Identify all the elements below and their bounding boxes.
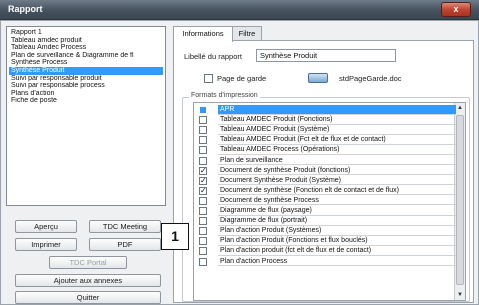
format-label: Plan d'action Process (218, 257, 456, 266)
format-label: Plan d'action Produit (Systèmes) (218, 226, 456, 236)
format-checkbox[interactable] (199, 217, 207, 226)
formats-list[interactable]: ▲ ▼ APR Tableau AMDEC Produit (Fonctions)… (193, 102, 466, 301)
page-garde-file: stdPageGarde.doc (339, 74, 402, 83)
format-checkbox[interactable] (199, 257, 207, 266)
format-checkbox[interactable] (199, 146, 207, 155)
format-row[interactable]: Tableau AMDEC Produit (Système) (194, 125, 456, 135)
libelle-label: Libellé du rapport (184, 52, 242, 61)
callout-badge: 1 (161, 223, 189, 250)
format-row[interactable]: Tableau AMDEC Process (Opérations) (194, 145, 456, 155)
format-row[interactable]: Diagramme de flux (portrait) (194, 216, 456, 226)
format-row[interactable]: Document de synthèse Process (194, 196, 456, 206)
informations-panel: Libellé du rapport Synthèse Produit Page… (173, 40, 474, 303)
format-row[interactable]: Plan de surveillance (194, 156, 456, 165)
format-label: Plan d'action produit (fct elt de flux e… (218, 246, 456, 256)
format-label: Diagramme de flux (paysage) (218, 206, 456, 216)
report-list-item[interactable]: Fiche de poste (9, 97, 163, 105)
format-label: Tableau AMDEC Produit (Fonctions) (218, 115, 456, 125)
report-list-item[interactable]: Tableau Amdec Process (9, 44, 163, 52)
format-row[interactable]: ✓ Document de synthèse (Fonction elt de c… (194, 186, 456, 196)
format-label: Tableau AMDEC Produit (Fct elt de flux e… (218, 135, 456, 145)
scroll-down-icon[interactable]: ▼ (455, 290, 465, 300)
format-label: Tableau AMDEC Produit (Système) (218, 125, 456, 135)
ajouter-annexes-button[interactable]: Ajouter aux annexes (15, 274, 161, 287)
format-label: Plan d'action Produit (Fonctions et flux… (218, 236, 456, 246)
format-checkbox[interactable]: ✓ (199, 176, 207, 185)
format-label: Document Synthèse Produit (Système) (218, 176, 456, 186)
report-list[interactable]: Rapport 1 Tableau amdec produit Tableau Am… (6, 26, 166, 206)
report-list-item[interactable]: Suivi par responsable process (9, 82, 163, 90)
pdf-button[interactable]: PDF (89, 238, 161, 251)
report-list-item[interactable]: Plan de surveillance & Diagramme de fl (9, 52, 163, 60)
tab-informations[interactable]: Informations (173, 26, 233, 42)
tdc-meeting-button[interactable]: TDC Meeting (89, 220, 161, 233)
format-checkbox[interactable]: ✓ (199, 166, 207, 175)
format-checkbox[interactable] (199, 196, 207, 205)
format-checkbox[interactable] (199, 227, 207, 236)
format-checkbox[interactable] (199, 156, 207, 165)
report-list-item[interactable]: Rapport 1 (9, 29, 163, 37)
report-list-item[interactable]: Synthèse Process (9, 59, 163, 67)
format-row[interactable]: Plan d'action produit (fct elt de flux e… (194, 246, 456, 256)
format-row[interactable]: ✓ Document de synthèse Produit (fonctions… (194, 166, 456, 176)
format-label: Document de synthèse Produit (fonctions) (218, 166, 456, 176)
format-row[interactable]: APR (194, 105, 456, 115)
formats-legend: Formats d'impression (189, 92, 260, 99)
format-checkbox[interactable] (199, 237, 207, 246)
format-label: APR (218, 105, 456, 115)
rapport-window: Rapport x Rapport 1 Tableau amdec produit… (0, 0, 479, 305)
file-browse-icon[interactable] (308, 73, 328, 83)
page-garde-label: Page de garde (217, 74, 267, 83)
format-label: Plan de surveillance (218, 156, 456, 165)
tab-filtre[interactable]: Filtre (232, 26, 262, 41)
format-checkbox[interactable] (199, 106, 207, 114)
format-row[interactable]: Tableau AMDEC Produit (Fonctions) (194, 115, 456, 125)
format-checkbox[interactable] (199, 136, 207, 145)
quitter-button[interactable]: Quitter (15, 291, 161, 304)
format-checkbox[interactable] (199, 116, 207, 125)
page-garde-checkbox[interactable] (204, 74, 213, 83)
report-list-item[interactable]: Suivi par responsable produit (9, 75, 163, 83)
tdc-portal-button[interactable]: TDC Portal (49, 256, 127, 269)
format-label: Tableau AMDEC Process (Opérations) (218, 145, 456, 155)
format-row[interactable]: ✓ Document Synthèse Produit (Système) (194, 176, 456, 186)
format-row[interactable]: Tableau AMDEC Produit (Fct elt de flux e… (194, 135, 456, 145)
format-row[interactable]: Plan d'action Produit (Fonctions et flux… (194, 236, 456, 246)
report-list-item[interactable]: Plans d'action (9, 90, 163, 98)
format-label: Document de synthèse (Fonction elt de co… (218, 186, 456, 196)
format-row[interactable]: Plan d'action Process (194, 257, 456, 266)
title-bar[interactable]: Rapport x (0, 0, 479, 20)
format-checkbox[interactable] (199, 126, 207, 135)
window-body: Rapport 1 Tableau amdec produit Tableau Am… (0, 20, 479, 305)
scroll-up-icon[interactable]: ▲ (455, 103, 465, 113)
format-checkbox[interactable] (199, 247, 207, 256)
window-title: Rapport (8, 4, 43, 14)
imprimer-button[interactable]: Imprimer (15, 238, 77, 251)
close-button[interactable]: x (441, 2, 471, 17)
format-label: Diagramme de flux (portrait) (218, 216, 456, 226)
libelle-input[interactable]: Synthèse Produit (256, 49, 396, 62)
apercu-button[interactable]: Aperçu (15, 220, 77, 233)
scroll-thumb[interactable] (456, 115, 464, 285)
format-row[interactable]: Diagramme de flux (paysage) (194, 206, 456, 216)
format-checkbox[interactable] (199, 207, 207, 215)
format-checkbox[interactable]: ✓ (199, 186, 207, 195)
format-label: Document de synthèse Process (218, 196, 456, 206)
report-list-item[interactable]: Synthèse Produit (9, 66, 163, 75)
report-list-item[interactable]: Tableau amdec produit (9, 37, 163, 45)
format-row[interactable]: Plan d'action Produit (Systèmes) (194, 226, 456, 236)
